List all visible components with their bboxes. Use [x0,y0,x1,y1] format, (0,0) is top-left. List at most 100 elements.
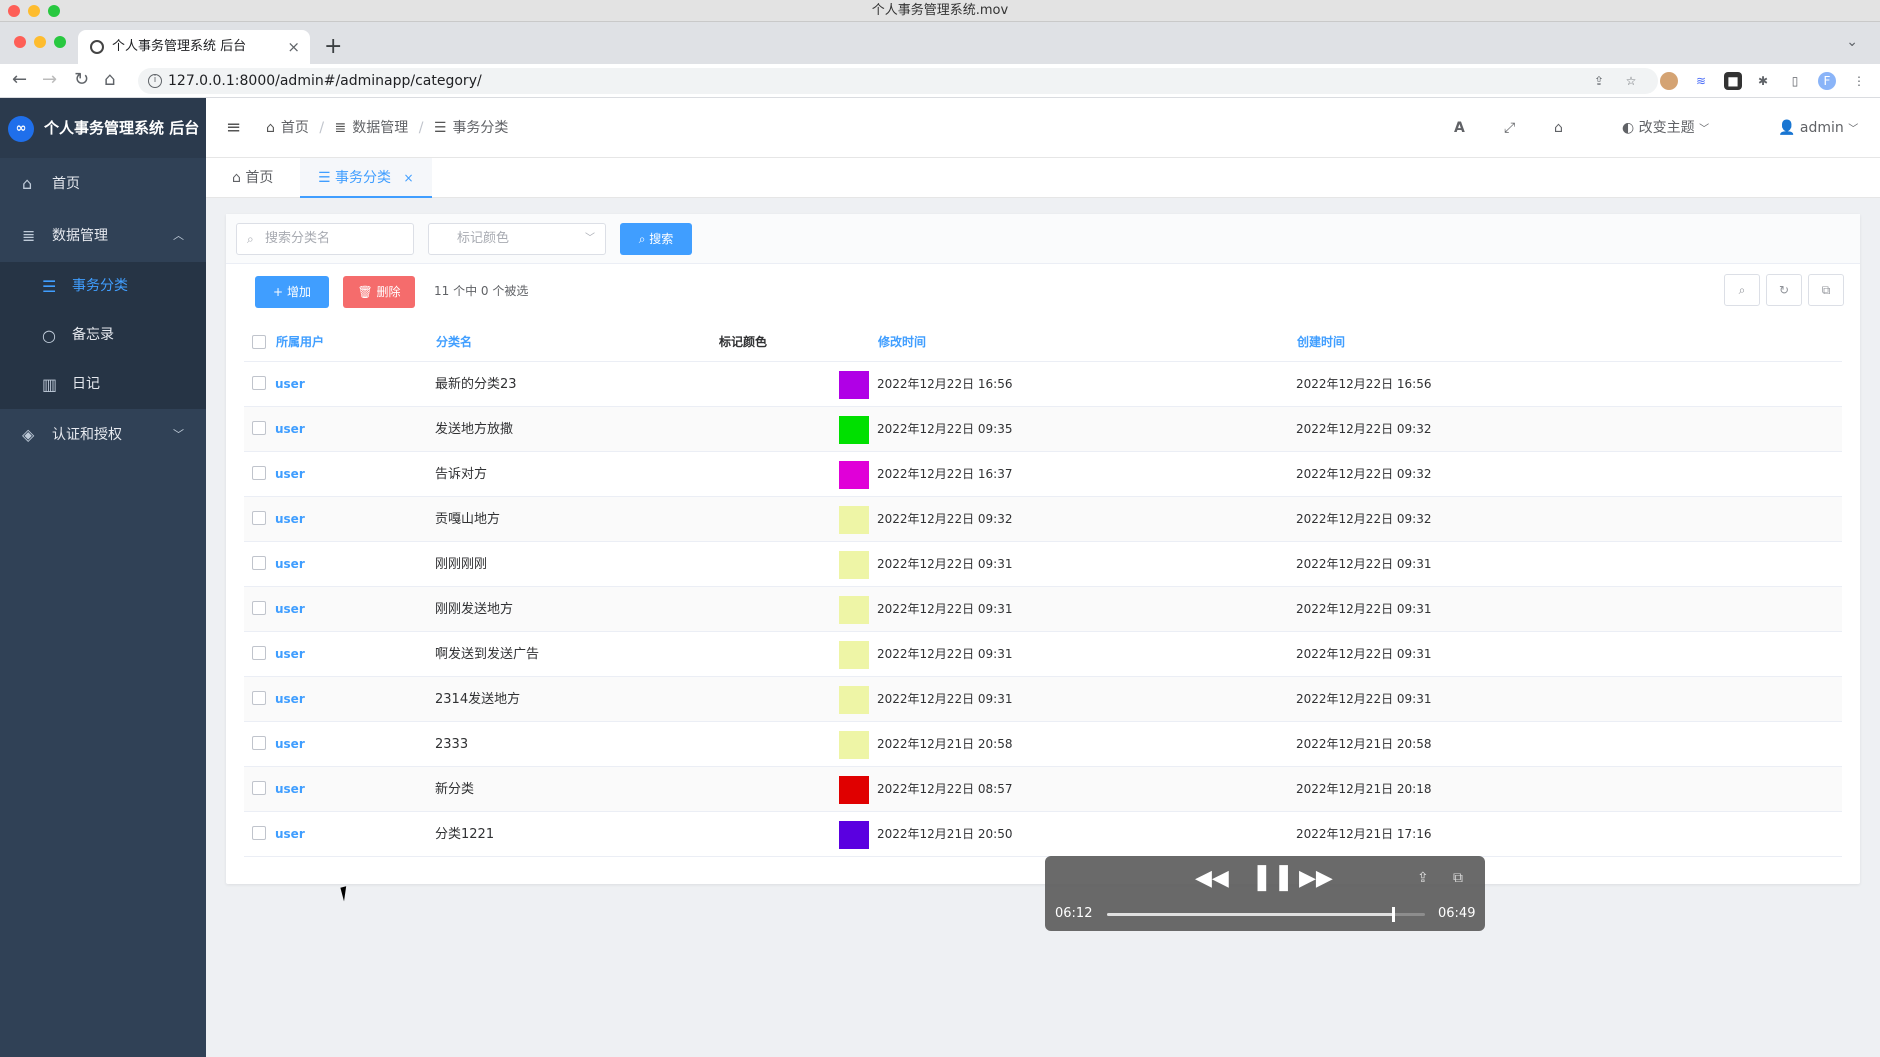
color-select[interactable]: 标记颜色 ﹀ [428,223,606,255]
reload-icon[interactable]: ↻ [74,69,89,90]
list-icon: ☰ [433,120,447,136]
menu-toggle-icon[interactable]: ≡ [226,117,241,138]
home-icon[interactable]: ⌂ [104,69,115,90]
row-user-link[interactable]: user [275,587,305,632]
extensions-puzzle-icon[interactable]: ✱ [1754,72,1772,90]
fast-forward-icon[interactable]: ▶▶ [1299,866,1333,891]
main-area: ≡ ⌂ 首页 / ≣ 数据管理 / ☰ 事务分类 A ⤢ ⌂ ◐ 改变主题 ﹀ 👤 a… [206,98,1880,1057]
profile-icon[interactable]: F [1818,72,1836,90]
table-row: user 贡嘎山地方 2022年12月22日 09:32 2022年12月22日 09… [244,497,1842,542]
row-user-link[interactable]: user [275,677,305,722]
row-user-link[interactable]: user [275,542,305,587]
tab-search-icon[interactable]: ⌄ [1846,34,1858,50]
browser-tabstrip: 个人事务管理系统 后台 × + ⌄ [0,22,1880,64]
pause-icon[interactable]: ❚❚ [1251,862,1295,892]
forward-icon[interactable]: → [42,69,57,90]
tab-close-icon[interactable]: × [287,30,300,64]
tag-home[interactable]: ⌂ 首页 [214,158,291,198]
row-checkbox[interactable] [252,736,266,750]
sidebar-item-memo[interactable]: ○ 备忘录 [0,311,206,360]
toggle-search-icon[interactable]: ⌕ [1724,274,1760,306]
tag-category[interactable]: ☰ 事务分类 × [300,158,432,198]
breadcrumb-item[interactable]: 首页 [281,120,309,136]
select-all-checkbox[interactable] [252,335,266,349]
export-icon[interactable]: ⧉ [1808,274,1844,306]
row-checkbox[interactable] [252,421,266,435]
row-category-name: 啊发送到发送广告 [435,647,540,662]
zoom-window-icon[interactable] [48,5,60,17]
add-button[interactable]: + 增加 [255,276,329,308]
row-checkbox[interactable] [252,601,266,615]
back-icon[interactable]: ← [12,69,27,90]
sidebar-item-home[interactable]: ⌂ 首页 [0,158,206,210]
color-swatch [839,506,869,534]
video-scrubber[interactable] [1107,907,1425,922]
new-tab-icon[interactable]: + [324,34,342,59]
site-info-icon[interactable]: i [148,74,162,88]
sidebar-item-data-management[interactable]: ≣ 数据管理 ︿ [0,210,206,262]
row-user-link[interactable]: user [275,497,305,542]
table-row: user 刚刚刚刚 2022年12月22日 09:31 2022年12月22日 09:… [244,542,1842,587]
row-modified-time: 2022年12月21日 20:50 [877,827,1013,841]
browser-tab[interactable]: 个人事务管理系统 后台 × [78,30,310,64]
browser-minimize-icon[interactable] [34,36,46,48]
theme-switcher[interactable]: ◐ 改变主题 ﹀ [1622,98,1709,160]
bookmark-star-icon[interactable]: ☆ [1622,72,1640,90]
browser-menu-icon[interactable]: ⋮ [1850,72,1868,90]
row-checkbox[interactable] [252,466,266,480]
row-user-link[interactable]: user [275,722,305,767]
row-user-link[interactable]: user [275,452,305,497]
row-modified-time: 2022年12月22日 09:31 [877,557,1013,571]
select-placeholder: 标记颜色 [457,231,510,246]
sidebar: ∞ 个人事务管理系统 后台 ⌂ 首页 ≣ 数据管理 ︿ ☰ 事务分类 ○ 备忘录… [0,98,206,1057]
refresh-icon[interactable]: ↻ [1766,274,1802,306]
user-menu[interactable]: 👤 admin ﹀ [1778,98,1858,160]
row-checkbox[interactable] [252,511,266,525]
address-bar[interactable]: i 127.0.0.1:8000/admin#/adminapp/categor… [138,68,1658,94]
sidebar-item-category[interactable]: ☰ 事务分类 [0,262,206,311]
sidebar-item-diary[interactable]: ▥ 日记 [0,360,206,409]
extension-avatar-icon[interactable] [1660,72,1678,90]
row-checkbox[interactable] [252,691,266,705]
row-user-link[interactable]: user [275,362,305,407]
sidebar-item-auth[interactable]: ◈ 认证和授权 ﹀ [0,409,206,461]
picture-in-picture-icon[interactable]: ⧉ [1453,870,1463,886]
video-player-controls: ◀◀ ❚❚ ▶▶ ⇪ ⧉ 06:12 06:49 [1045,856,1485,931]
share-icon[interactable]: ⇪ [1417,870,1429,886]
fullscreen-icon[interactable]: ⤢ [1504,98,1515,158]
column-header-name[interactable]: 分类名 [436,322,472,362]
row-checkbox[interactable] [252,781,266,795]
search-input[interactable]: ⌕ 搜索分类名 [236,223,414,255]
home-icon[interactable]: ⌂ [1554,98,1563,158]
search-button[interactable]: ⌕ 搜索 [620,223,692,255]
column-header-created[interactable]: 创建时间 [1297,322,1345,362]
row-modified-time: 2022年12月22日 08:57 [877,782,1013,796]
share-icon[interactable]: ⇪ [1590,72,1608,90]
row-user-link[interactable]: user [275,632,305,677]
row-checkbox[interactable] [252,646,266,660]
navbar: ≡ ⌂ 首页 / ≣ 数据管理 / ☰ 事务分类 A ⤢ ⌂ ◐ 改变主题 ﹀ 👤 a… [206,98,1880,158]
row-user-link[interactable]: user [275,767,305,812]
tag-close-icon[interactable]: × [403,171,413,185]
row-user-link[interactable]: user [275,407,305,452]
column-header-modified[interactable]: 修改时间 [878,322,926,362]
row-checkbox[interactable] [252,376,266,390]
rewind-icon[interactable]: ◀◀ [1195,866,1229,891]
minimize-window-icon[interactable] [28,5,40,17]
extension-badge-icon[interactable]: ■ [1724,72,1742,90]
browser-zoom-icon[interactable] [54,36,66,48]
browser-close-icon[interactable] [14,36,26,48]
column-header-user[interactable]: 所属用户 [276,322,324,362]
row-checkbox[interactable] [252,826,266,840]
row-checkbox[interactable] [252,556,266,570]
color-swatch [839,461,869,489]
close-window-icon[interactable] [8,5,20,17]
extension-layers-icon[interactable]: ≋ [1692,72,1710,90]
font-size-icon[interactable]: A [1454,98,1465,158]
video-scrubber-handle[interactable] [1392,907,1396,922]
delete-button[interactable]: 🗑 删除 [343,276,415,308]
sidepanel-icon[interactable]: ▯ [1786,72,1804,90]
row-user-link[interactable]: user [275,812,305,857]
logo[interactable]: ∞ 个人事务管理系统 后台 [0,98,206,158]
breadcrumb-item[interactable]: 数据管理 [352,120,408,136]
